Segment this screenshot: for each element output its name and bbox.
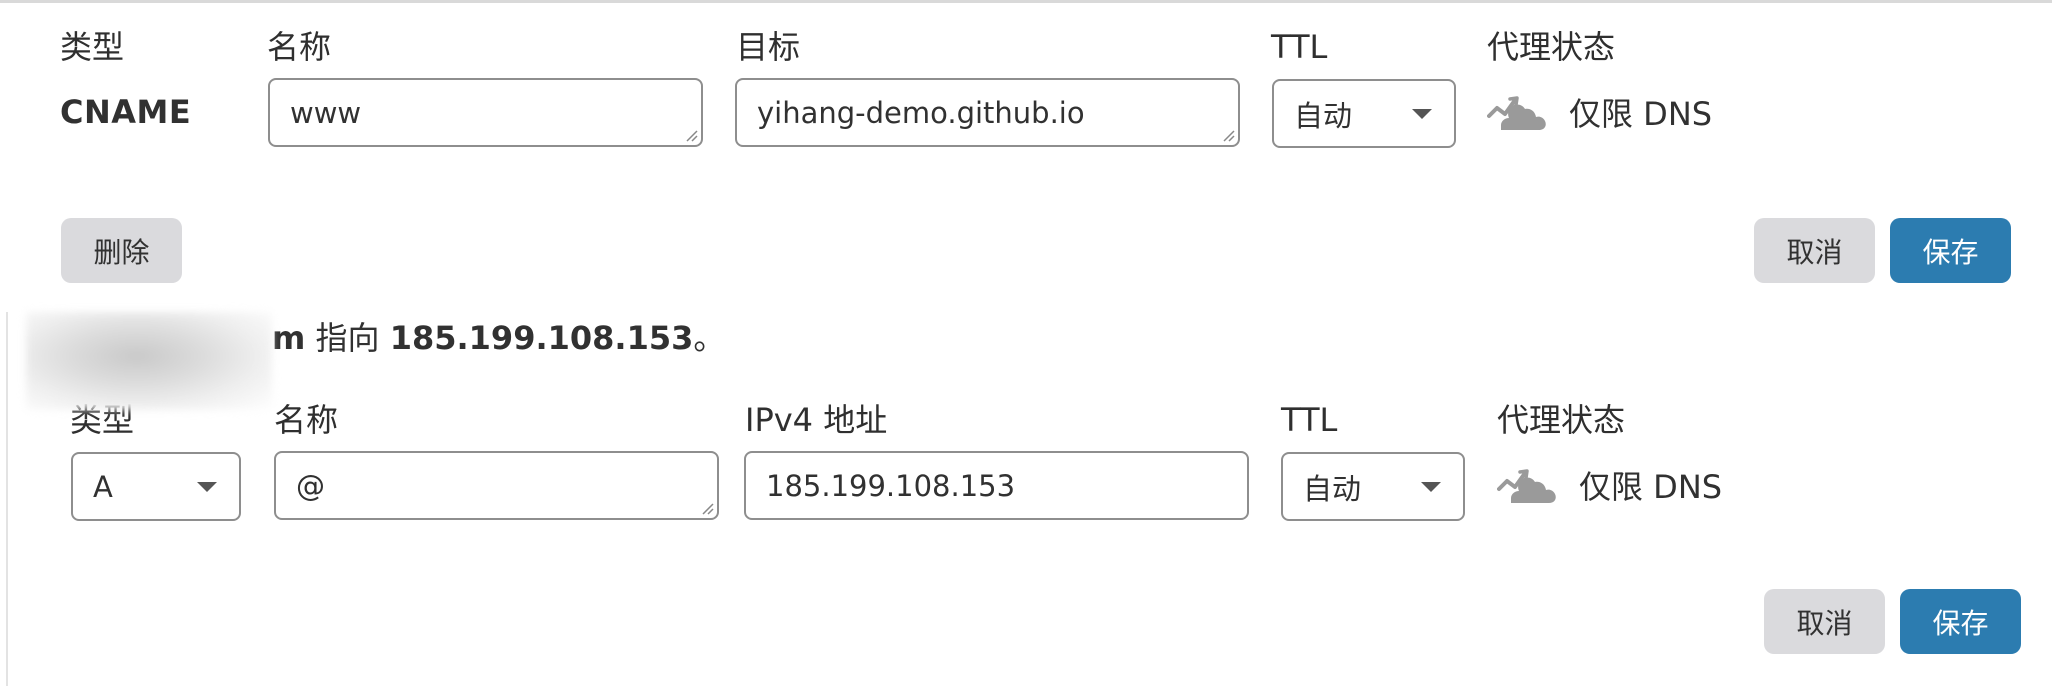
ttl-select-value: 自动: [1303, 471, 1362, 506]
name-input-value: @: [296, 468, 325, 503]
name-input[interactable]: www: [268, 78, 703, 147]
redacted-domain-blur: [26, 312, 272, 410]
notice-middle: 指向: [305, 319, 390, 357]
dns-only-cloud-icon: [1497, 469, 1556, 503]
record-type-value: CNAME: [60, 93, 192, 131]
save-button[interactable]: 保存: [1900, 589, 2021, 654]
notice-domain: m: [272, 319, 306, 357]
proxy-status-text: 仅限 DNS: [1569, 95, 1713, 133]
ttl-select-value: 自动: [1294, 98, 1353, 133]
record-edit-panel-a: m 指向 185.199.108.153。 类型 名称 IPv4 地址 TTL …: [6, 312, 2052, 686]
proxy-status-label: 代理状态: [1487, 28, 1616, 66]
ttl-label: TTL: [1271, 28, 1328, 66]
name-input-value: www: [290, 95, 362, 130]
name-label: 名称: [267, 28, 332, 66]
notice-ip: 185.199.108.153: [389, 319, 694, 357]
type-label: 类型: [60, 28, 125, 66]
ipv4-address-input[interactable]: 185.199.108.153: [744, 451, 1249, 520]
cancel-button[interactable]: 取消: [1764, 589, 1885, 654]
notice-end: 。: [693, 319, 726, 357]
type-select[interactable]: A: [71, 452, 241, 521]
name-input[interactable]: @: [274, 451, 719, 520]
type-select-value: A: [93, 469, 113, 504]
resize-handle-icon[interactable]: [700, 501, 714, 515]
save-button[interactable]: 保存: [1890, 218, 2011, 283]
caret-down-icon: [1421, 481, 1441, 492]
delete-button[interactable]: 删除: [61, 218, 182, 283]
proxy-status[interactable]: 仅限 DNS: [1497, 462, 1722, 508]
resize-handle-icon[interactable]: [1221, 128, 1235, 142]
proxy-status-label: 代理状态: [1497, 401, 1626, 439]
ttl-select[interactable]: 自动: [1281, 452, 1465, 521]
record-notice: m 指向 185.199.108.153。: [272, 318, 725, 358]
target-input[interactable]: yihang-demo.github.io: [735, 78, 1240, 147]
record-edit-panel-cname: 类型 名称 目标 TTL 代理状态 CNAME www yihang-demo.…: [0, 0, 2052, 312]
ttl-label: TTL: [1281, 401, 1338, 439]
resize-handle-icon[interactable]: [684, 128, 698, 142]
proxy-status[interactable]: 仅限 DNS: [1487, 89, 1712, 135]
ttl-select[interactable]: 自动: [1272, 79, 1456, 148]
target-label: 目标: [736, 28, 801, 66]
proxy-status-text: 仅限 DNS: [1579, 468, 1723, 506]
caret-down-icon: [1412, 108, 1432, 119]
name-label: 名称: [274, 401, 339, 439]
caret-down-icon: [197, 481, 217, 492]
ipv4-address-label: IPv4 地址: [745, 401, 888, 439]
cancel-button[interactable]: 取消: [1754, 218, 1875, 283]
dns-only-cloud-icon: [1487, 96, 1546, 130]
target-input-value: yihang-demo.github.io: [757, 95, 1085, 130]
ipv4-address-value: 185.199.108.153: [766, 468, 1016, 503]
